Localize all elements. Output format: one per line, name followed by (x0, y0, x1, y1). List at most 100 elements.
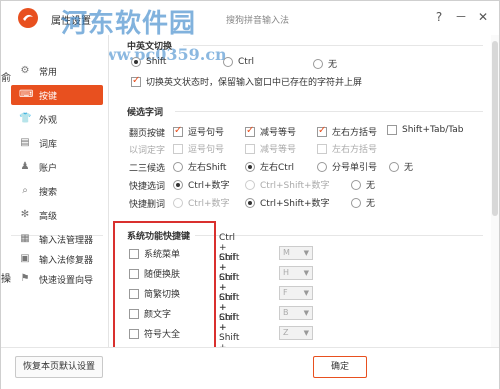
sidebar-item-account[interactable]: ♟ 账户 (11, 157, 103, 177)
sidebar-tool-manager[interactable]: ▦ 输入法管理器 (11, 229, 103, 249)
checkbox-indicator (173, 143, 183, 154)
hotkey-key-value: H (283, 268, 290, 277)
keyboard-icon: ⌨ (19, 89, 34, 100)
checkbox-indicator (387, 125, 397, 135)
radio-delete-none[interactable]: 无 (351, 196, 375, 209)
option-label: Ctrl+Shift+数字 (260, 181, 330, 191)
radio-indicator (351, 197, 361, 208)
radio-delete-ctrl-shift-num[interactable]: Ctrl+Shift+数字 (245, 196, 330, 209)
chevron-down-icon: ▼ (303, 289, 309, 297)
checkbox-indicator (245, 125, 255, 137)
checkbox-word-bracket[interactable]: 左右方括号 (317, 142, 377, 155)
radio-indicator (245, 161, 255, 172)
radio-indicator (173, 179, 183, 190)
section-title-zh-en: 中英文切换 (127, 42, 173, 52)
option-label: Ctrl+数字 (188, 181, 230, 191)
hotkey-key-value: M (283, 248, 290, 257)
close-button[interactable]: ✕ (475, 9, 491, 25)
option-label: Ctrl+Shift+数字 (260, 199, 330, 209)
option-label: 分号单引号 (332, 163, 378, 173)
sidebar-item-label: 账户 (39, 163, 58, 174)
radio-zh-en-ctrl[interactable]: Ctrl (223, 57, 254, 67)
manager-icon: ▦ (20, 233, 30, 244)
hotkey-key-value: Z (283, 328, 289, 337)
checkbox-word-minus[interactable]: 减号等号 (245, 142, 296, 155)
radio-indicator (223, 57, 233, 67)
radio-indicator (131, 57, 141, 67)
radio-select-ctrl-shift-num[interactable]: Ctrl+Shift+数字 (245, 178, 330, 191)
minimize-button[interactable]: － (453, 9, 469, 25)
restore-defaults-button[interactable]: 恢复本页默认设置 (15, 356, 103, 378)
radio-indicator (389, 161, 399, 172)
option-label: 左右方括号 (332, 128, 378, 138)
option-label: 无 (366, 199, 376, 209)
checkbox-indicator (173, 125, 183, 137)
section-divider (183, 45, 483, 46)
flag-icon: ⚑ (20, 273, 30, 284)
settings-window: 属性设置 搜狗拼音输入法 ? － ✕ 河东软件园 www.pc0359.cn 俞… (0, 0, 500, 389)
checkbox-indicator (317, 125, 327, 137)
sidebar-item-common[interactable]: ⚙ 常用 (11, 61, 103, 81)
checkbox-page-shift-tab[interactable]: Shift+Tab/Tab (387, 125, 464, 135)
sidebar-item-label: 常用 (39, 67, 58, 78)
option-label: 减号等号 (260, 128, 297, 138)
sidebar-tool-repair[interactable]: ▣ 输入法修复器 (11, 249, 103, 269)
sidebar-item-appearance[interactable]: 👕 外观 (11, 109, 103, 129)
hotkey-key-select[interactable]: B ▼ (279, 306, 313, 320)
radio-23-semicolon[interactable]: 分号单引号 (317, 160, 377, 173)
radio-indicator (173, 161, 183, 172)
checkbox-word-comma[interactable]: 逗号句号 (173, 142, 224, 155)
checkbox-indicator (317, 143, 327, 154)
sidebar-tool-wizard[interactable]: ⚑ 快速设置向导 (11, 269, 103, 289)
help-button[interactable]: ? (431, 9, 447, 25)
row-label-quick-delete: 快捷删词 (129, 200, 166, 210)
row-label-second-third: 二三候选 (129, 164, 166, 174)
option-label: 减号等号 (260, 145, 297, 155)
hotkey-key-value: F (283, 288, 288, 297)
checkbox-page-comma[interactable]: 逗号句号 (173, 125, 224, 138)
sidebar: 俞 操 ⚙ 常用 ⌨ 按键 👕 外观 ▤ 词库 ♟ 账户 ⌕ 搜索 ✻ 高级 ▦… (1, 35, 109, 347)
option-label: 无 (366, 181, 376, 191)
option-label: 无 (328, 60, 338, 70)
option-label: 逗号句号 (188, 145, 225, 155)
radio-23-shift[interactable]: 左右Shift (173, 160, 226, 173)
hotkey-key-select[interactable]: H ▼ (279, 266, 313, 280)
radio-indicator (245, 179, 255, 190)
scrollbar[interactable] (491, 35, 499, 347)
radio-select-none[interactable]: 无 (351, 178, 375, 191)
edge-glyph: 俞 (1, 73, 11, 84)
ok-button[interactable]: 确定 (313, 356, 367, 378)
radio-23-none[interactable]: 无 (389, 160, 413, 173)
radio-delete-ctrl-num[interactable]: Ctrl+数字 (173, 196, 230, 209)
scrollbar-thumb[interactable] (492, 41, 498, 216)
sidebar-item-label: 外观 (39, 115, 58, 126)
option-label: 切换英文状态时，保留输入窗口中已存在的字符并上屏 (146, 78, 363, 88)
option-label: 左右Shift (188, 163, 227, 173)
hotkey-key-select[interactable]: Z ▼ (279, 326, 313, 340)
radio-zh-en-none[interactable]: 无 (313, 57, 337, 70)
app-name: 搜狗拼音输入法 (226, 16, 290, 26)
sidebar-item-advanced[interactable]: ✻ 高级 (11, 205, 103, 225)
sidebar-item-label: 按键 (39, 91, 58, 102)
option-label: Ctrl+数字 (188, 199, 230, 209)
sidebar-item-search[interactable]: ⌕ 搜索 (11, 181, 103, 201)
checkbox-page-bracket[interactable]: 左右方括号 (317, 125, 377, 138)
hotkey-key-select[interactable]: F ▼ (279, 286, 313, 300)
radio-zh-en-shift[interactable]: Shift (131, 57, 166, 67)
radio-23-ctrl[interactable]: 左右Ctrl (245, 160, 294, 173)
sidebar-item-dictionary[interactable]: ▤ 词库 (11, 133, 103, 153)
sidebar-tool-label: 快速设置向导 (39, 275, 94, 286)
row-label-page-turn: 翻页按键 (129, 129, 166, 139)
checkbox-page-minus[interactable]: 减号等号 (245, 125, 296, 138)
checkbox-keep-input[interactable]: 切换英文状态时，保留输入窗口中已存在的字符并上屏 (131, 75, 362, 88)
highlight-box (113, 221, 216, 355)
sidebar-item-keys[interactable]: ⌨ 按键 (11, 85, 103, 105)
search-icon: ⌕ (22, 185, 28, 196)
checkbox-indicator (245, 143, 255, 154)
hotkey-combo-label: Ctrl + Shift + (219, 313, 240, 347)
hotkey-key-select[interactable]: M ▼ (279, 246, 313, 260)
chevron-down-icon: ▼ (303, 309, 309, 317)
option-label: Ctrl (238, 57, 255, 67)
section-title-candidates: 候选字词 (127, 108, 164, 118)
radio-select-ctrl-num[interactable]: Ctrl+数字 (173, 178, 230, 191)
